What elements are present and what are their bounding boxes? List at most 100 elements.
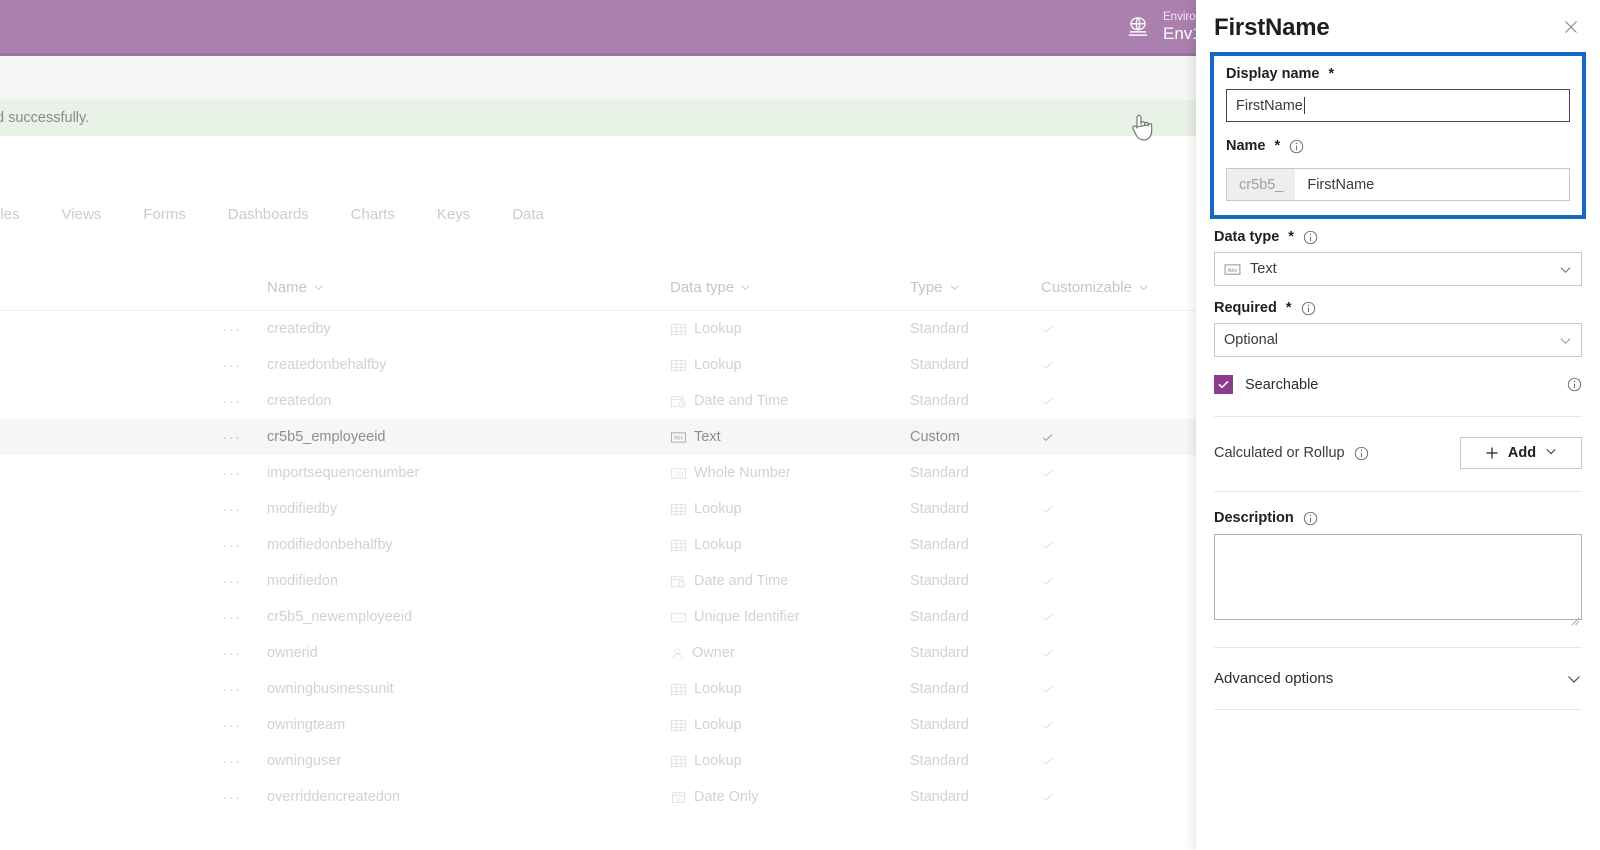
data-type-field: Data type * Abc Text [1214, 229, 1582, 286]
grid-header-data-type[interactable]: Data type [670, 279, 910, 296]
searchable-checkbox[interactable] [1214, 375, 1233, 394]
table-row[interactable]: ··· modifiedon Date and Time Standard [0, 563, 1216, 599]
info-icon[interactable] [1567, 377, 1582, 392]
row-more-actions-icon[interactable]: ··· [0, 789, 242, 806]
table-row[interactable]: ··· cr5b5_employeeid Abc Text Custom [0, 419, 1216, 455]
row-more-actions-icon[interactable]: ··· [0, 645, 242, 662]
row-more-actions-icon[interactable]: ··· [0, 465, 242, 482]
table-row[interactable]: ··· owningbusinessunit Lookup Standard [0, 671, 1216, 707]
description-textarea[interactable] [1214, 534, 1582, 620]
table-row[interactable]: ··· createdby Lookup Standard [0, 311, 1216, 347]
table-row[interactable]: ··· overriddencreatedon 31 Date Only Standar… [0, 779, 1216, 815]
row-more-actions-icon[interactable]: ··· [0, 753, 242, 770]
checkmark-icon [1041, 683, 1054, 696]
row-more-actions-icon[interactable]: ··· [0, 537, 242, 554]
grid-header-type[interactable]: Type [910, 279, 1041, 296]
schema-name-input[interactable]: cr5b5_ FirstName [1226, 168, 1570, 201]
lookup-icon [670, 539, 687, 552]
cell-customizable [1041, 539, 1216, 552]
svg-text:123: 123 [674, 471, 683, 477]
row-more-actions-icon[interactable]: ··· [0, 681, 242, 698]
add-button[interactable]: Add [1460, 437, 1582, 469]
lookup-icon [670, 755, 687, 768]
tab-keys[interactable]: Keys [416, 206, 491, 223]
highlight-box-name-fields: Display name * FirstName Name * cr5b5_ F… [1210, 52, 1586, 219]
table-row[interactable]: ··· modifiedonbehalfby Lookup Standard [0, 527, 1216, 563]
close-icon[interactable] [1558, 14, 1584, 40]
svg-text:Abc: Abc [674, 435, 684, 441]
number-icon: 123 [670, 467, 687, 480]
cell-data-type-label: Text [694, 429, 721, 445]
cell-name: owningbusinessunit [267, 681, 394, 697]
grid-header-customizable[interactable]: Customizable [1041, 279, 1216, 296]
table-row[interactable]: ··· createdonbehalfby Lookup Standard [0, 347, 1216, 383]
tab-data[interactable]: Data [491, 206, 565, 223]
checkmark-icon [1041, 359, 1054, 372]
cell-type: Standard [910, 321, 969, 337]
checkmark-icon [1041, 755, 1054, 768]
abc-text-icon: Abc [1224, 263, 1241, 276]
tab-forms[interactable]: Forms [122, 206, 207, 223]
cell-data-type-label: Whole Number [694, 465, 791, 481]
tab-rules[interactable]: ules [0, 206, 41, 223]
text-icon: Abc [670, 431, 687, 444]
searchable-label: Searchable [1245, 376, 1319, 393]
checkmark-icon [1041, 611, 1054, 624]
info-icon[interactable] [1301, 301, 1316, 316]
table-row[interactable]: ··· createdon Date and Time Standard [0, 383, 1216, 419]
panel-header: FirstName [1196, 0, 1600, 52]
calculated-or-rollup-label-text: Calculated or Rollup [1214, 445, 1345, 461]
required-dropdown[interactable]: Optional [1214, 323, 1582, 357]
info-icon[interactable] [1289, 139, 1304, 154]
cell-data-type-label: Lookup [694, 537, 742, 553]
cell-customizable [1041, 323, 1216, 336]
table-row[interactable]: ··· modifiedby Lookup Standard [0, 491, 1216, 527]
display-name-input[interactable]: FirstName [1226, 89, 1570, 122]
checkmark-icon [1041, 539, 1054, 552]
row-more-actions-icon[interactable]: ··· [0, 429, 242, 446]
tab-dashboards[interactable]: Dashboards [207, 206, 330, 223]
cell-customizable [1041, 431, 1216, 444]
command-bar-band [0, 55, 1216, 100]
resize-grip-icon[interactable] [1569, 613, 1580, 626]
grid-body: ··· createdby Lookup Standard ··· createdonbe… [0, 311, 1216, 815]
row-more-actions-icon[interactable]: ··· [0, 357, 242, 374]
data-type-dropdown[interactable]: Abc Text [1214, 252, 1582, 286]
cell-data-type-label: Date and Time [694, 393, 789, 409]
cell-name: overriddencreatedon [267, 789, 401, 805]
table-row[interactable]: ··· ownerid Owner Standard [0, 635, 1216, 671]
row-more-actions-icon[interactable]: ··· [0, 393, 242, 410]
row-more-actions-icon[interactable]: ··· [0, 321, 242, 338]
row-more-actions-icon[interactable]: ··· [0, 501, 242, 518]
advanced-options-row[interactable]: Advanced options [1214, 670, 1582, 687]
success-notification-text: d successfully. [0, 110, 90, 126]
table-row[interactable]: ··· owninguser Lookup Standard [0, 743, 1216, 779]
cell-data-type-label: Date and Time [694, 573, 789, 589]
tab-charts[interactable]: Charts [330, 206, 416, 223]
row-more-actions-icon[interactable]: ··· [0, 573, 242, 590]
table-row[interactable]: ··· importsequencenumber 123 Whole Number St… [0, 455, 1216, 491]
panel-body: Display name * FirstName Name * cr5b5_ F… [1196, 52, 1600, 710]
description-wrapper [1214, 534, 1582, 626]
cell-data-type: Unique Identifier [670, 609, 910, 625]
svg-text:31: 31 [676, 796, 682, 801]
divider [1214, 647, 1582, 648]
info-icon[interactable] [1354, 446, 1369, 461]
cell-type: Custom [910, 429, 960, 445]
app-top-bar: Environ Env1 [0, 0, 1216, 55]
row-more-actions-icon[interactable]: ··· [0, 717, 242, 734]
advanced-options-label: Advanced options [1214, 670, 1334, 687]
cell-customizable [1041, 719, 1216, 732]
guid-icon [670, 611, 687, 624]
cell-data-type: Lookup [670, 537, 910, 553]
info-icon[interactable] [1303, 230, 1318, 245]
tab-views[interactable]: Views [41, 206, 123, 223]
grid-header-name[interactable]: Name [267, 279, 670, 296]
info-icon[interactable] [1303, 511, 1318, 526]
row-more-actions-icon[interactable]: ··· [0, 609, 242, 626]
table-row[interactable]: ··· cr5b5_newemployeeid Unique Identifier S… [0, 599, 1216, 635]
fields-grid: Name Data type Type Customizable ··· crea… [0, 265, 1216, 815]
grid-header-name-label: Name [267, 279, 308, 296]
table-row[interactable]: ··· owningteam Lookup Standard [0, 707, 1216, 743]
dateonly-icon: 31 [670, 791, 687, 804]
